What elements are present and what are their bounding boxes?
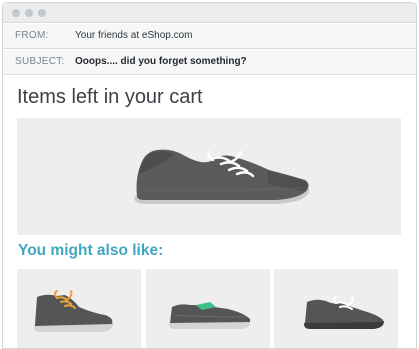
recommended-product-1[interactable]	[17, 269, 141, 348]
window-minimize-button[interactable]	[25, 9, 33, 17]
slip-on-shoe-image	[169, 302, 250, 329]
recommendations-title: You might also like:	[18, 242, 164, 259]
window-titlebar	[3, 3, 416, 23]
from-value: Your friends at eShop.com	[75, 30, 193, 41]
window-close-button[interactable]	[12, 9, 20, 17]
email-window: FROM: Your friends at eShop.com SUBJECT:…	[2, 2, 417, 349]
high-top-shoe-image	[34, 290, 113, 332]
from-row: FROM: Your friends at eShop.com	[3, 24, 416, 49]
subject-label: SUBJECT:	[15, 56, 65, 67]
dark-sneaker-image	[304, 296, 384, 329]
cart-title: Items left in your cart	[17, 86, 203, 108]
subject-value: Ooops.... did you forget something?	[75, 56, 247, 67]
subject-row: SUBJECT: Ooops.... did you forget someth…	[3, 50, 416, 75]
sneaker-image	[134, 149, 309, 204]
recommended-product-2[interactable]	[146, 269, 270, 348]
from-label: FROM:	[15, 30, 49, 41]
window-maximize-button[interactable]	[38, 9, 46, 17]
recommended-product-3[interactable]	[274, 269, 398, 348]
cart-product-image[interactable]	[17, 118, 401, 235]
